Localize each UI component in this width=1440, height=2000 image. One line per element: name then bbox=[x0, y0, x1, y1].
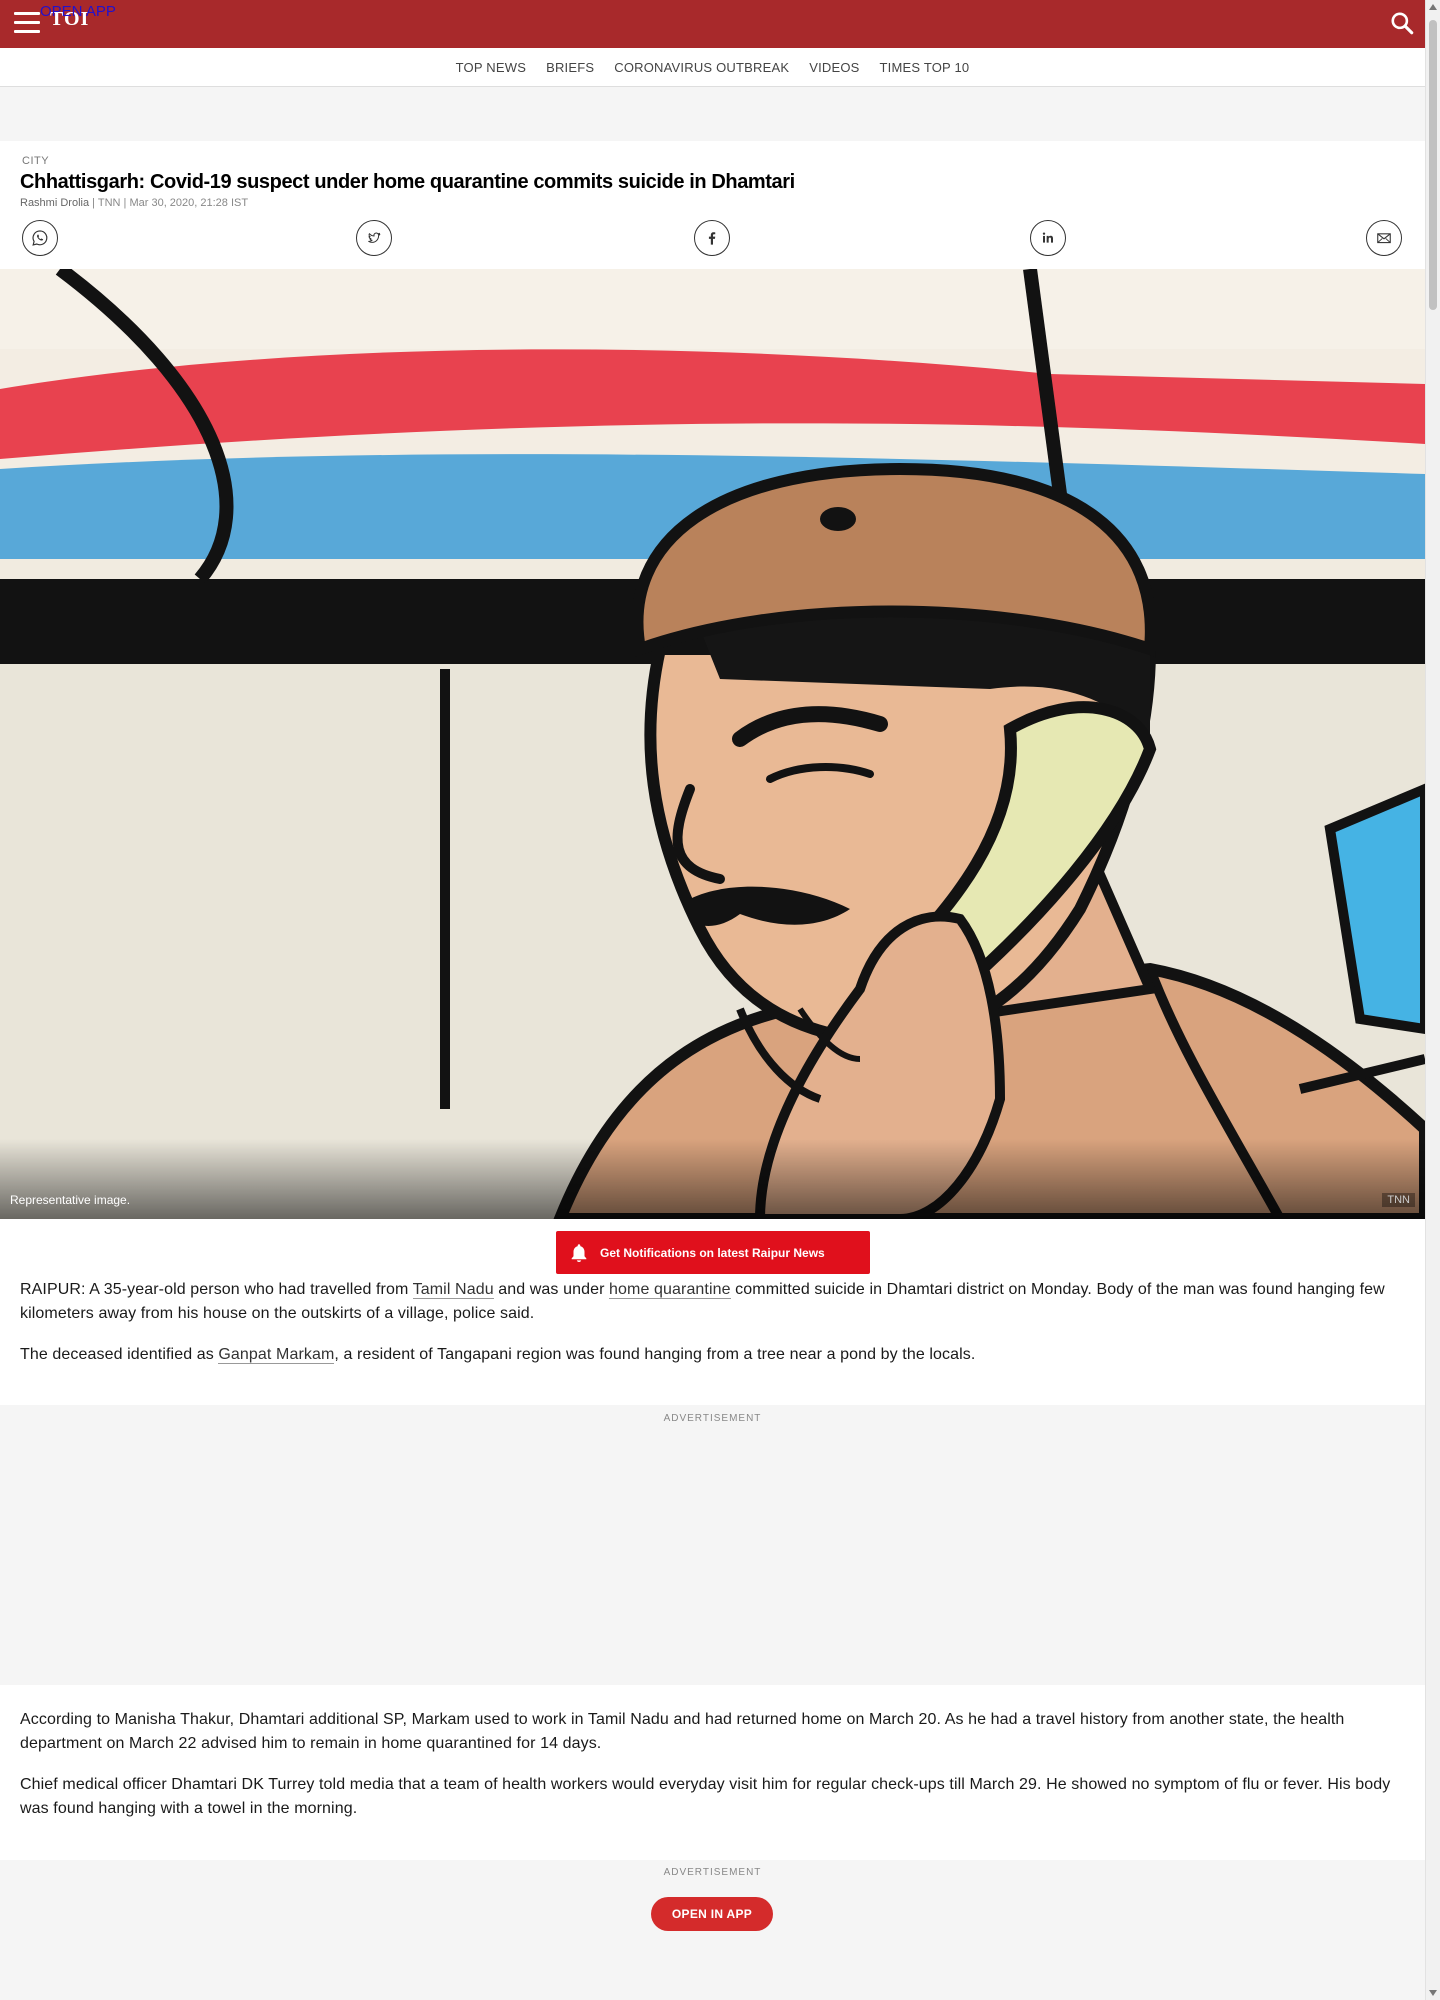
mid-article-ad-slot bbox=[0, 1405, 1425, 1685]
image-credit: TNN bbox=[1382, 1193, 1415, 1207]
article-headline: Chhattisgarh: Covid-19 suspect under hom… bbox=[20, 171, 795, 193]
top-bar: TOI OPEN APP bbox=[0, 0, 1425, 48]
menu-icon[interactable] bbox=[14, 12, 42, 34]
agency-name: TNN bbox=[97, 197, 121, 209]
nav-item-top-news[interactable]: TOP NEWS bbox=[456, 60, 526, 75]
text-run: RAIPUR: A 35-year-old person who had tra… bbox=[20, 1281, 413, 1298]
top-ad-slot bbox=[0, 87, 1425, 141]
author-name[interactable]: Rashmi Drolia bbox=[20, 197, 89, 209]
text-run: and was under bbox=[493, 1281, 610, 1298]
raipur-notifications-button[interactable]: Get Notifications on latest Raipur News bbox=[556, 1231, 870, 1274]
article-paragraph-1: RAIPUR: A 35-year-old person who had tra… bbox=[20, 1278, 1405, 1326]
text-run: , a resident of Tangapani region was fou… bbox=[334, 1346, 976, 1363]
notification-cta-label: Get Notifications on latest Raipur News bbox=[600, 1245, 825, 1260]
whatsapp-icon bbox=[32, 230, 48, 246]
email-icon bbox=[1377, 233, 1391, 244]
image-caption-overlay bbox=[0, 1139, 1425, 1219]
article-paragraph-3: According to Manisha Thakur, Dhamtari ad… bbox=[20, 1711, 1345, 1752]
facebook-icon bbox=[708, 232, 716, 245]
open-app-link[interactable]: OPEN APP bbox=[40, 3, 116, 20]
whatsapp-share-button[interactable] bbox=[22, 220, 58, 256]
section-nav: TOP NEWS BRIEFS CORONAVIRUS OUTBREAK VID… bbox=[0, 48, 1425, 87]
article-hero-image[interactable]: Representative image. TNN bbox=[0, 269, 1425, 1219]
search-icon[interactable] bbox=[1389, 10, 1415, 36]
nav-item-times-top-10[interactable]: TIMES TOP 10 bbox=[880, 60, 970, 75]
advertisement-label-bottom: ADVERTISEMENT bbox=[663, 1867, 762, 1878]
advertisement-label: ADVERTISEMENT bbox=[663, 1413, 762, 1424]
page: TOI OPEN APP TOP NEWS BRIEFS CORONAVIRUS… bbox=[0, 0, 1425, 2000]
email-share-button[interactable] bbox=[1366, 220, 1402, 256]
home-quarantine-link[interactable]: home quarantine bbox=[609, 1281, 731, 1299]
article-paragraph-2: The deceased identified as Ganpat Markam… bbox=[20, 1343, 1405, 1367]
scroll-up-arrow-icon[interactable] bbox=[1429, 4, 1437, 10]
tamil-nadu-link[interactable]: Tamil Nadu bbox=[412, 1281, 494, 1299]
page-scrollbar[interactable] bbox=[1425, 0, 1440, 2000]
police-officer-illustration bbox=[0, 269, 1425, 1219]
text-run: The deceased identified as bbox=[20, 1346, 219, 1363]
nav-item-coronavirus-outbreak[interactable]: CORONAVIRUS OUTBREAK bbox=[614, 60, 789, 75]
linkedin-share-button[interactable] bbox=[1030, 220, 1066, 256]
share-bar bbox=[0, 220, 1425, 260]
nav-item-videos[interactable]: VIDEOS bbox=[809, 60, 859, 75]
article-paragraph-4: Chief medical officer Dhamtari DK Turrey… bbox=[20, 1776, 1391, 1817]
article-category[interactable]: CITY bbox=[22, 155, 49, 167]
twitter-icon bbox=[368, 232, 381, 243]
linkedin-icon bbox=[1042, 232, 1053, 243]
nav-item-briefs[interactable]: BRIEFS bbox=[546, 60, 594, 75]
publish-time: Mar 30, 2020, 21:28 IST bbox=[129, 197, 249, 209]
twitter-share-button[interactable] bbox=[356, 220, 392, 256]
ganpat-markam-link[interactable]: Ganpat Markam bbox=[218, 1346, 335, 1364]
scroll-down-arrow-icon[interactable] bbox=[1429, 1990, 1437, 1996]
article-byline: Rashmi Drolia | TNN | Mar 30, 2020, 21:2… bbox=[20, 197, 249, 209]
scrollbar-thumb[interactable] bbox=[1429, 20, 1437, 310]
bell-icon bbox=[571, 1243, 587, 1262]
facebook-share-button[interactable] bbox=[694, 220, 730, 256]
image-caption: Representative image. bbox=[10, 1193, 131, 1207]
open-in-app-button[interactable]: OPEN IN APP bbox=[651, 1897, 773, 1931]
